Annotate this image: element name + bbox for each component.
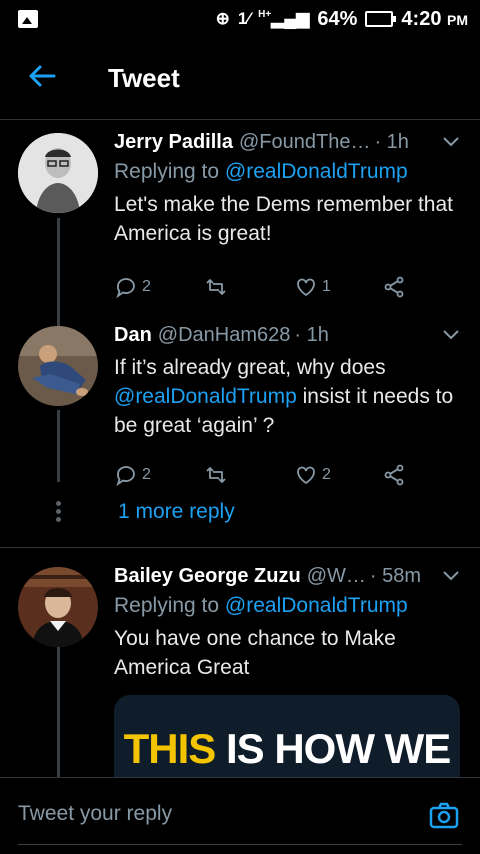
retweet-button[interactable] — [204, 463, 294, 487]
like-button[interactable]: 1 — [294, 275, 382, 299]
replying-to: Replying to @realDonaldTrump — [114, 594, 408, 617]
author-name[interactable]: Bailey George Zuzu — [114, 565, 301, 588]
media-caption: THIS IS HOW WE — [123, 725, 452, 772]
data-transfer-icon: 1⁄ — [237, 9, 251, 28]
retweet-icon — [206, 467, 226, 483]
gallery-notification-icon — [18, 10, 38, 28]
author-name[interactable]: Jerry Padilla — [114, 131, 233, 154]
avatar[interactable] — [18, 326, 98, 406]
tweet-text: You have one chance to Make America Grea… — [114, 627, 396, 679]
mention-link[interactable]: @realDonaldTrump — [225, 594, 408, 617]
tweet-header: Dan @DanHam628 · 1h — [114, 324, 460, 347]
mention-link[interactable]: @realDonaldTrump — [225, 160, 408, 183]
reply-thread[interactable]: Jerry Padilla @FoundThe… · 1h Replying t… — [0, 121, 480, 777]
heart-icon — [297, 278, 315, 297]
like-count: 1 — [322, 278, 331, 295]
tweet-item[interactable]: Bailey George Zuzu @W… · 58m Replying to… — [0, 565, 480, 682]
tweet-header: Bailey George Zuzu @W… · 58m — [114, 565, 460, 588]
like-count: 2 — [322, 466, 331, 483]
tweet-time: · 1h — [294, 324, 329, 346]
tweet-text: If it’s already great, why does @realDon… — [114, 356, 454, 437]
tweet-actions: 2 2 — [114, 460, 460, 490]
tweet-actions: 2 1 — [114, 272, 460, 302]
reply-input[interactable] — [18, 802, 398, 826]
reply-count: 2 — [142, 278, 151, 295]
reply-icon — [116, 466, 135, 487]
reply-composer — [0, 777, 480, 854]
input-underline — [18, 844, 462, 845]
tweet-header: Jerry Padilla @FoundThe… · 1h — [114, 131, 460, 154]
page-title: Tweet — [108, 63, 180, 93]
replying-to: Replying to @realDonaldTrump — [114, 160, 408, 183]
heart-icon — [297, 466, 315, 485]
camera-icon[interactable] — [428, 800, 460, 832]
author-handle[interactable]: @DanHam628 — [158, 324, 291, 347]
tweet-item[interactable]: Dan @DanHam628 · 1h If it’s already grea… — [0, 324, 480, 490]
like-button[interactable]: 2 — [294, 463, 382, 487]
top-app-bar: Tweet — [0, 38, 480, 120]
tweet-media-video[interactable]: THIS IS HOW WE — [114, 695, 460, 777]
battery-icon — [365, 11, 397, 27]
share-button[interactable] — [382, 463, 406, 487]
author-handle[interactable]: @W… — [307, 565, 366, 588]
share-icon — [384, 464, 404, 486]
share-button[interactable] — [382, 275, 406, 299]
mention-link[interactable]: @realDonaldTrump — [114, 385, 297, 408]
author-name[interactable]: Dan — [114, 324, 152, 347]
reply-button[interactable]: 2 — [114, 275, 204, 299]
avatar[interactable] — [18, 567, 98, 647]
chevron-down-icon[interactable] — [442, 135, 460, 153]
chevron-down-icon[interactable] — [442, 328, 460, 346]
chevron-down-icon[interactable] — [442, 569, 460, 587]
status-bar: ⊕ 1⁄ H+▂▄▆ 64% 4:20 PM — [0, 0, 480, 38]
tweet-text: Let's make the Dems remember that Americ… — [114, 193, 453, 245]
show-more-replies-link[interactable]: 1 more reply — [118, 500, 235, 524]
battery-percent: 64% — [317, 7, 358, 30]
reply-icon — [116, 278, 135, 299]
back-arrow-icon[interactable] — [0, 64, 84, 94]
avatar[interactable] — [18, 133, 98, 213]
reply-count: 2 — [142, 466, 151, 483]
signal-strength-icon: H+▂▄▆ — [258, 9, 310, 28]
reply-button[interactable]: 2 — [114, 463, 204, 487]
retweet-button[interactable] — [204, 275, 294, 299]
tweet-time: · 1h — [374, 131, 409, 153]
tweet-time: · 58m — [369, 565, 422, 587]
share-icon — [384, 276, 404, 298]
collapsed-thread-dots — [56, 501, 61, 525]
retweet-icon — [206, 279, 226, 295]
tweet-item[interactable]: Jerry Padilla @FoundThe… · 1h Replying t… — [0, 131, 480, 302]
divider — [0, 547, 480, 548]
data-saver-icon: ⊕ — [215, 9, 230, 28]
author-handle[interactable]: @FoundThe… — [239, 131, 370, 154]
clock: 4:20 PM — [401, 7, 468, 30]
